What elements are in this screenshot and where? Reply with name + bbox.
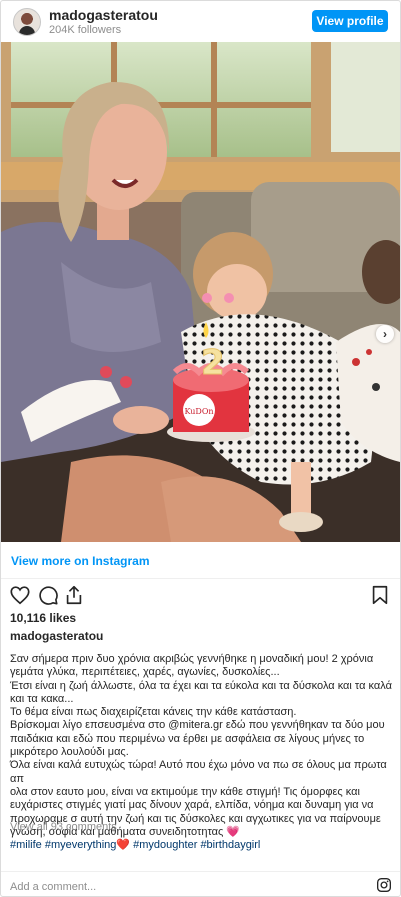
bookmark-icon[interactable] xyxy=(369,584,391,606)
hashtag-link[interactable]: #mydoughter xyxy=(133,839,197,851)
header-username[interactable]: madogasteratou xyxy=(49,7,158,23)
caption-line: Σαν σήμερα πριν δυο χρόνια ακριβώς γεννή… xyxy=(10,653,374,665)
hashtag-line: #milife #myeverything❤️ #mydoughter #bir… xyxy=(10,839,394,852)
caption-line: και τα κακα... xyxy=(10,692,74,705)
caption-line: παιδάκια και εδώ που περιμένω να έρθει μ… xyxy=(10,732,365,745)
post-photo[interactable]: KuDOn 2 › xyxy=(1,42,400,542)
hashtag-link[interactable]: #birthdaygirl xyxy=(200,839,260,851)
view-profile-button[interactable]: View profile xyxy=(312,10,388,32)
caption-line: Όλα είναι καλά ευτυχώς τώρα! Αυτό που έχ… xyxy=(10,759,387,785)
caption-line: Βρίσκομαι λίγο επσευσμένα στο @mitera.gr… xyxy=(10,719,385,732)
view-more-link[interactable]: View more on Instagram xyxy=(11,554,150,568)
caption-line: ολα στον εαυτο μου, είναι να εκτιμούμε τ… xyxy=(10,785,360,798)
caption-line: γεμάτα γλύκα, περιπέτειες, χαρές, αγωνίε… xyxy=(10,666,280,679)
comment-icon[interactable] xyxy=(37,584,59,606)
instagram-embed-card: madogasteratou 204K followers View profi… xyxy=(0,0,401,897)
hashtag-link[interactable]: #myeverything❤️ xyxy=(45,839,130,851)
view-more-bar: View more on Instagram xyxy=(1,542,400,579)
heart-icon[interactable] xyxy=(9,584,31,606)
action-bar xyxy=(1,579,400,609)
caption-line: Το θέμα είναι πως διαχειρίζεται κάνεις τ… xyxy=(10,706,297,719)
caption-username[interactable]: madogasteratou xyxy=(10,629,103,643)
follower-count: 204K followers xyxy=(49,24,122,36)
view-all-comments-link[interactable]: View all 93 comments xyxy=(10,821,117,833)
chevron-right-icon[interactable]: › xyxy=(376,325,394,343)
add-comment-bar[interactable]: Add a comment... xyxy=(1,871,400,897)
avatar[interactable] xyxy=(13,8,41,36)
caption-line: μικρότερο λουλούδι μας. xyxy=(10,746,129,759)
candle-number: 2 xyxy=(201,343,225,383)
like-count[interactable]: 10,116 likes xyxy=(10,611,76,625)
share-icon[interactable] xyxy=(63,584,85,606)
photo-illustration: KuDOn 2 xyxy=(1,42,400,542)
caption-line: Έτσι είναι η ζωή άλλωστε, όλα τα έχει κα… xyxy=(10,679,392,692)
caption-line: ευχάριστες στιγμές γιατί μας δίνουν χαρά… xyxy=(10,799,374,812)
instagram-logo-icon[interactable] xyxy=(376,877,392,893)
cake-topper-text: KuDOn xyxy=(184,407,213,416)
hashtag-link[interactable]: #milife xyxy=(10,839,42,851)
post-header: madogasteratou 204K followers View profi… xyxy=(1,1,400,42)
add-comment-input[interactable]: Add a comment... xyxy=(10,881,96,893)
